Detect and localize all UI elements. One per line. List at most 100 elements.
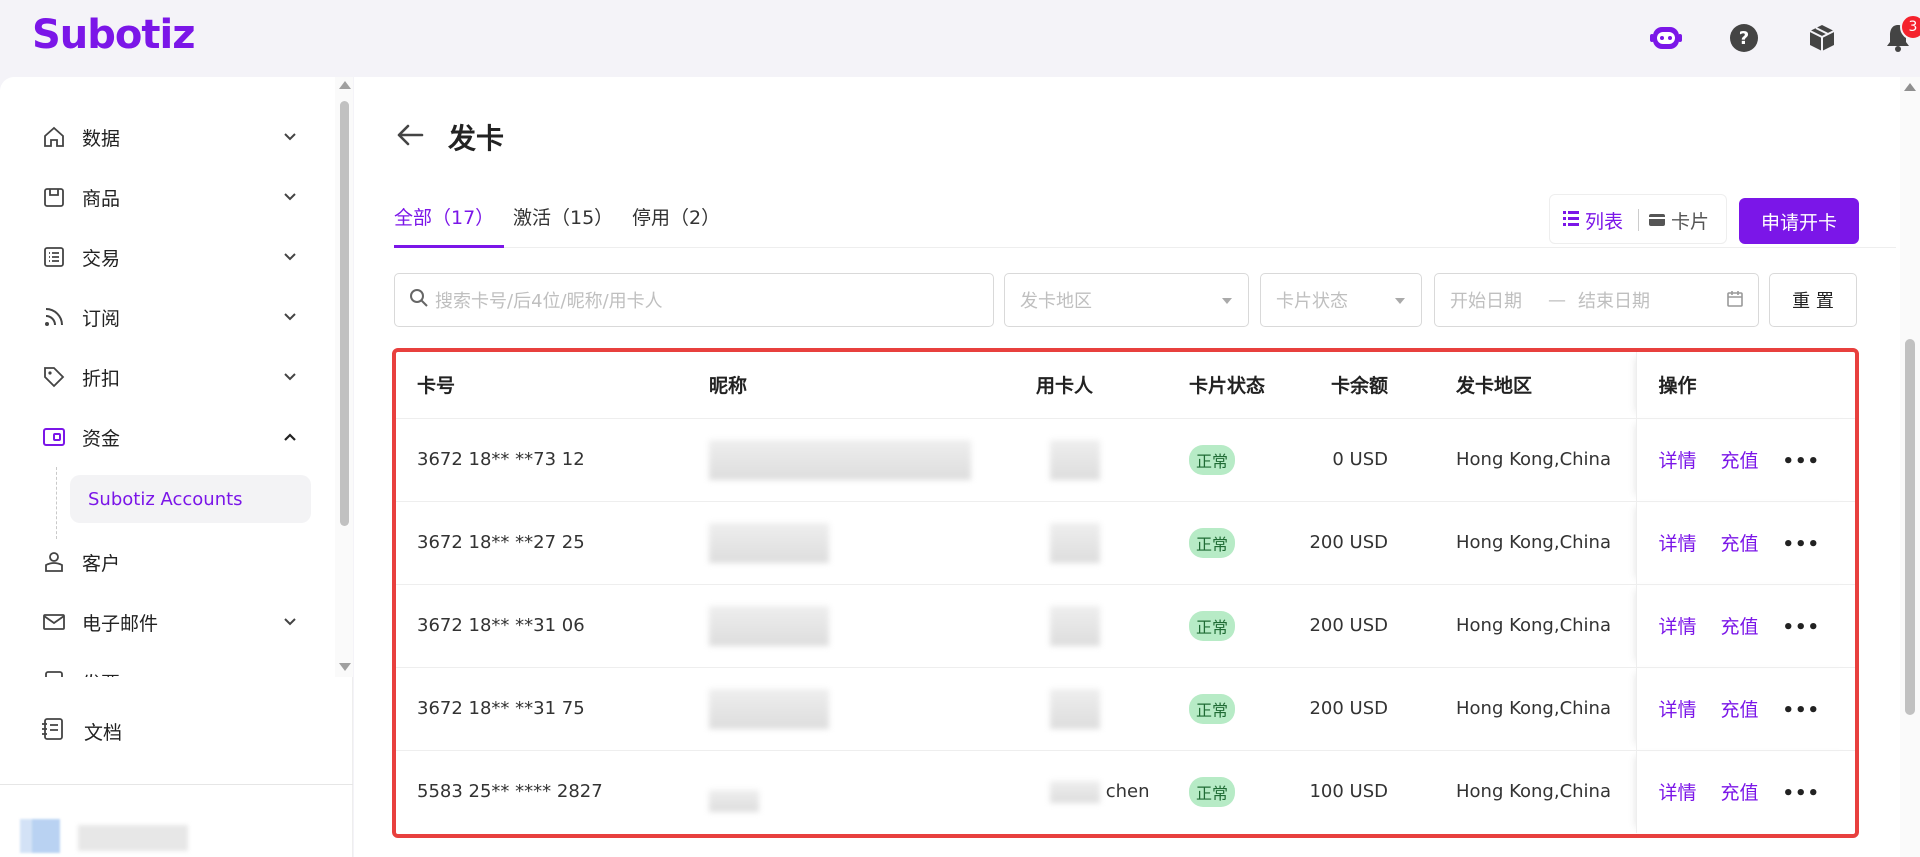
actions-cell: 详情 充值 •••	[1635, 501, 1855, 585]
sidebar-item-customers[interactable]: 客户	[40, 542, 300, 582]
region: Hong Kong,China	[1456, 418, 1636, 502]
caret-down-icon	[1222, 298, 1232, 304]
apply-card-button[interactable]: 申请开卡	[1739, 198, 1859, 244]
table-row[interactable]: 3672 18** **31 06 正常 200 USD Hong Kong,C…	[396, 584, 1855, 668]
sidebar-item-subscriptions[interactable]: 订阅	[40, 297, 300, 337]
avatar[interactable]	[20, 819, 60, 853]
detail-link[interactable]: 详情	[1659, 699, 1697, 721]
scroll-up-arrow-icon[interactable]	[1904, 83, 1916, 91]
user-icon	[40, 548, 68, 576]
region: Hong Kong,China	[1456, 781, 1611, 803]
holder-redacted	[1036, 418, 1189, 502]
search-placeholder: 搜索卡号/后4位/昵称/用卡人	[435, 291, 663, 312]
recharge-link[interactable]: 充值	[1721, 450, 1759, 472]
more-actions-icon[interactable]: •••	[1783, 783, 1821, 804]
holder-redacted	[1036, 667, 1189, 751]
sidebar-subitem-subotiz-accounts[interactable]: Subotiz Accounts	[70, 475, 311, 523]
sidebar-item-invoices[interactable]: 发票	[40, 662, 300, 677]
region-select[interactable]: 发卡地区	[1004, 273, 1249, 327]
back-arrow-icon[interactable]	[394, 119, 426, 151]
scrollbar-thumb[interactable]	[340, 101, 349, 526]
view-card-button[interactable]: 卡片	[1648, 207, 1709, 234]
table-row[interactable]: 3672 18** **31 75 正常 200 USD Hong Kong,C…	[396, 667, 1855, 751]
table-row[interactable]: 3672 18** **73 12 正常 0 USD Hong Kong,Chi…	[396, 418, 1855, 502]
more-actions-icon[interactable]: •••	[1783, 617, 1821, 638]
status-cell: 正常	[1189, 667, 1304, 751]
scroll-up-arrow-icon[interactable]	[339, 81, 351, 89]
detail-link[interactable]: 详情	[1659, 450, 1697, 472]
scrollbar-thumb[interactable]	[1905, 339, 1915, 715]
calendar-icon	[1726, 290, 1744, 313]
card-number: 3672 18** **27 25	[396, 501, 709, 585]
sidebar-item-label: 电子邮件	[82, 612, 159, 635]
more-actions-icon[interactable]: •••	[1783, 451, 1821, 472]
nickname-redacted	[709, 418, 1036, 502]
reset-button[interactable]: 重 置	[1769, 273, 1857, 327]
table-row[interactable]: 5583 25** **** 2827 chen 正常 100 USD Hong…	[396, 750, 1855, 833]
nickname-redacted	[709, 584, 1036, 668]
column-header-card-no: 卡号	[396, 352, 709, 419]
region-placeholder: 发卡地区	[1020, 291, 1092, 312]
card-number: 5583 25** **** 2827	[417, 781, 603, 803]
sidebar-nav: 数据 商品 交易 订阅 折扣 资金 Subotiz Accounts 客户 电子…	[0, 77, 335, 677]
end-date-placeholder[interactable]: 结束日期	[1578, 287, 1650, 313]
sidebar-item-funds[interactable]: 资金	[40, 417, 300, 457]
wallet-icon	[40, 423, 68, 451]
package-icon[interactable]	[1804, 20, 1840, 56]
more-actions-icon[interactable]: •••	[1783, 700, 1821, 721]
card-number: 3672 18** **31 06	[396, 584, 709, 668]
status-select[interactable]: 卡片状态	[1260, 273, 1422, 327]
nickname-redacted	[709, 501, 1036, 585]
card-number: 3672 18** **73 12	[396, 418, 709, 502]
balance: 100 USD	[1309, 781, 1388, 803]
recharge-link[interactable]: 充值	[1721, 533, 1759, 555]
recharge-link[interactable]: 充值	[1721, 782, 1759, 804]
status-cell: 正常	[1189, 584, 1304, 668]
tab-all[interactable]: 全部（17）	[394, 203, 505, 248]
filter-bar: 搜索卡号/后4位/昵称/用卡人 发卡地区 卡片状态 开始日期 — 结束日期 重 …	[394, 273, 1894, 329]
table-row[interactable]: 3672 18** **27 25 正常 200 USD Hong Kong,C…	[396, 501, 1855, 585]
sidebar-item-products[interactable]: 商品	[40, 177, 300, 217]
sidebar-item-docs[interactable]: 文档	[40, 711, 122, 751]
chevron-up-icon	[280, 427, 300, 447]
chevron-down-icon	[280, 612, 300, 632]
actions-cell: 详情 充值 •••	[1635, 750, 1855, 833]
actions-cell: 详情 充值 •••	[1635, 584, 1855, 668]
detail-link[interactable]: 详情	[1659, 616, 1697, 638]
main-content: 发卡 全部（17） 激活（15） 停用（2） 列表 卡片 申请开卡 搜索卡号/后…	[354, 77, 1900, 857]
store-icon	[40, 183, 68, 211]
sidebar-item-label: 客户	[82, 552, 121, 575]
chevron-down-icon	[280, 307, 300, 327]
sidebar-item-label: 数据	[82, 127, 121, 150]
sidebar-item-data[interactable]: 数据	[40, 117, 300, 157]
recharge-link[interactable]: 充值	[1721, 616, 1759, 638]
holder-redacted	[1036, 584, 1189, 668]
bell-icon[interactable]: 3	[1880, 14, 1920, 56]
holder-suffix: chen	[1105, 780, 1150, 802]
recharge-link[interactable]: 充值	[1721, 699, 1759, 721]
detail-link[interactable]: 详情	[1659, 533, 1697, 555]
search-input[interactable]: 搜索卡号/后4位/昵称/用卡人	[394, 273, 994, 327]
more-actions-icon[interactable]: •••	[1783, 534, 1821, 555]
sidebar-item-discounts[interactable]: 折扣	[40, 357, 300, 397]
page-title: 发卡	[448, 122, 505, 155]
sidebar-item-email[interactable]: 电子邮件	[40, 602, 300, 642]
date-range-picker[interactable]: 开始日期 — 结束日期	[1434, 273, 1759, 327]
detail-link[interactable]: 详情	[1659, 782, 1697, 804]
status-badge: 正常	[1189, 444, 1236, 475]
tab-active[interactable]: 激活（15）	[513, 203, 613, 248]
tab-disabled[interactable]: 停用（2）	[632, 203, 720, 248]
start-date-placeholder[interactable]: 开始日期	[1450, 287, 1522, 313]
status-badge: 正常	[1189, 610, 1236, 641]
view-list-button[interactable]: 列表	[1562, 207, 1623, 234]
date-separator: —	[1548, 289, 1566, 311]
chevron-down-icon	[280, 367, 300, 387]
scroll-down-arrow-icon[interactable]	[339, 663, 351, 671]
app-logo[interactable]: Subotiz	[32, 12, 196, 58]
main-scrollbar[interactable]	[1900, 77, 1920, 857]
help-icon[interactable]: ?	[1726, 20, 1762, 56]
sidebar-item-label: 文档	[84, 721, 123, 744]
bot-icon[interactable]	[1648, 20, 1684, 56]
sidebar-item-transactions[interactable]: 交易	[40, 237, 300, 277]
sidebar-scrollbar[interactable]	[335, 77, 353, 677]
